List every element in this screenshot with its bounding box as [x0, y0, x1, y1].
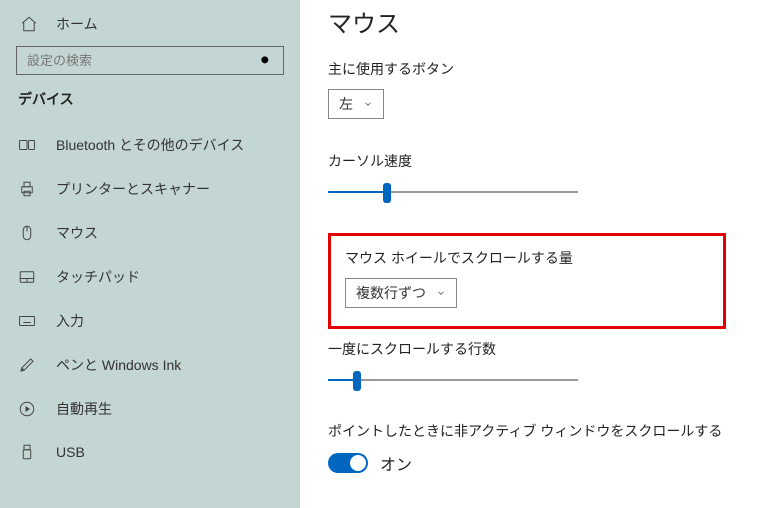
mouse-icon [18, 224, 36, 242]
printer-icon [18, 180, 36, 198]
keyboard-icon [18, 312, 36, 330]
touchpad-icon [18, 268, 36, 286]
sidebar-item-label: マウス [56, 223, 98, 243]
sidebar-item-label: 入力 [56, 311, 84, 331]
primary-button-label: 主に使用するボタン [328, 59, 740, 79]
sidebar-item-label: プリンターとスキャナー [56, 179, 210, 199]
page-title: マウス [328, 4, 740, 39]
pen-icon [18, 356, 36, 374]
inactive-scroll-label: ポイントしたときに非アクティブ ウィンドウをスクロールする [328, 421, 740, 441]
primary-button-select[interactable]: 左 [328, 89, 384, 119]
chevron-down-icon [363, 96, 373, 112]
sidebar-item-bluetooth[interactable]: Bluetooth とその他のデバイス [0, 123, 300, 167]
scroll-amount-label: マウス ホイールでスクロールする量 [345, 248, 573, 268]
inactive-scroll-row: オン [328, 451, 740, 475]
scroll-amount-value: 複数行ずつ [356, 283, 426, 303]
slider-fill [328, 191, 383, 193]
slider-thumb[interactable] [353, 371, 361, 391]
sidebar-item-usb[interactable]: USB [0, 431, 300, 473]
sidebar-item-label: タッチパッド [56, 267, 140, 287]
sidebar-item-label: USB [56, 444, 85, 460]
section-title: デバイス [0, 89, 300, 123]
sidebar-item-touchpad[interactable]: タッチパッド [0, 255, 300, 299]
scroll-amount-select[interactable]: 複数行ずつ [345, 278, 457, 308]
autoplay-icon [18, 400, 36, 418]
search-box[interactable] [16, 46, 284, 75]
search-container [0, 46, 300, 89]
sidebar-item-label: Bluetooth とその他のデバイス [56, 135, 244, 155]
highlight-annotation: マウス ホイールでスクロールする量 複数行ずつ [328, 233, 726, 329]
bluetooth-devices-icon [18, 136, 36, 154]
search-icon [259, 54, 273, 68]
main-content: マウス 主に使用するボタン 左 カーソル速度 マウス ホイールでスクロールする量… [300, 0, 768, 508]
search-input[interactable] [27, 53, 259, 68]
sidebar: ホーム デバイス Bluetooth とその他のデバイス プリンターとスキャナー… [0, 0, 300, 508]
home-link[interactable]: ホーム [0, 8, 300, 46]
lines-label: 一度にスクロールする行数 [328, 339, 740, 359]
sidebar-item-typing[interactable]: 入力 [0, 299, 300, 343]
primary-button-value: 左 [339, 94, 353, 114]
cursor-speed-label: カーソル速度 [328, 151, 740, 171]
usb-icon [18, 443, 36, 461]
inactive-scroll-toggle[interactable] [328, 453, 368, 473]
sidebar-item-printers[interactable]: プリンターとスキャナー [0, 167, 300, 211]
sidebar-item-pen[interactable]: ペンと Windows Ink [0, 343, 300, 387]
slider-track [328, 379, 578, 381]
sidebar-item-mouse[interactable]: マウス [0, 211, 300, 255]
chevron-down-icon [436, 285, 446, 301]
cursor-speed-slider[interactable] [328, 181, 578, 205]
sidebar-item-label: 自動再生 [56, 399, 112, 419]
home-label: ホーム [56, 14, 98, 34]
home-icon [20, 15, 38, 33]
lines-slider[interactable] [328, 369, 578, 393]
sidebar-item-autoplay[interactable]: 自動再生 [0, 387, 300, 431]
slider-fill [328, 379, 353, 381]
inactive-scroll-value: オン [380, 451, 412, 475]
sidebar-item-label: ペンと Windows Ink [56, 355, 181, 375]
slider-thumb[interactable] [383, 183, 391, 203]
